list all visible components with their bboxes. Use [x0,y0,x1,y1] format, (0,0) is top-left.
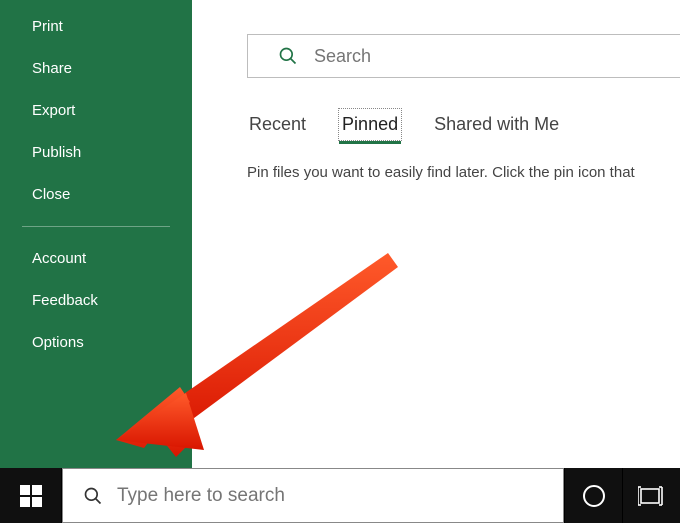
windows-logo-icon [20,485,42,507]
taskbar-search[interactable] [62,468,564,523]
sidebar-item-label: Close [32,186,70,203]
sidebar-item-label: Export [32,102,75,119]
search-input[interactable] [314,46,680,67]
search-box[interactable] [247,34,680,78]
tab-shared-with-me[interactable]: Shared with Me [432,108,561,141]
tab-pinned[interactable]: Pinned [338,108,402,141]
sidebar-item-account[interactable]: Account [0,239,192,278]
pinned-empty-hint: Pin files you want to easily find later.… [247,164,680,181]
cortana-button[interactable] [564,468,622,523]
tab-recent[interactable]: Recent [247,108,308,141]
tabs: Recent Pinned Shared with Me [247,108,561,141]
sidebar-item-export[interactable]: Export [0,91,192,130]
cortana-icon [583,485,605,507]
sidebar-item-label: Publish [32,144,81,161]
sidebar-item-options[interactable]: Options [0,323,192,362]
task-view-button[interactable] [622,468,680,523]
taskbar-search-input[interactable] [117,485,563,507]
sidebar-item-label: Print [32,18,63,35]
sidebar-item-label: Options [32,334,84,351]
search-icon [83,486,103,506]
tab-label: Pinned [342,114,398,134]
sidebar-item-feedback[interactable]: Feedback [0,281,192,320]
sidebar-item-close[interactable]: Close [0,175,192,214]
search-container [247,34,680,78]
sidebar-item-share[interactable]: Share [0,49,192,88]
start-button[interactable] [0,468,62,523]
task-view-icon [638,485,666,507]
sidebar-item-publish[interactable]: Publish [0,133,192,172]
tab-label: Recent [249,114,306,134]
backstage-sidebar: Print Share Export Publish Close [0,0,192,468]
search-icon [278,46,298,66]
windows-taskbar [0,468,680,523]
sidebar-item-label: Account [32,250,86,267]
sidebar-item-print[interactable]: Print [0,7,192,46]
sidebar-divider [22,226,170,227]
sidebar-item-label: Share [32,60,72,77]
sidebar-item-label: Feedback [32,292,98,309]
tab-label: Shared with Me [434,114,559,134]
main-panel: Recent Pinned Shared with Me Pin files y… [192,0,680,468]
